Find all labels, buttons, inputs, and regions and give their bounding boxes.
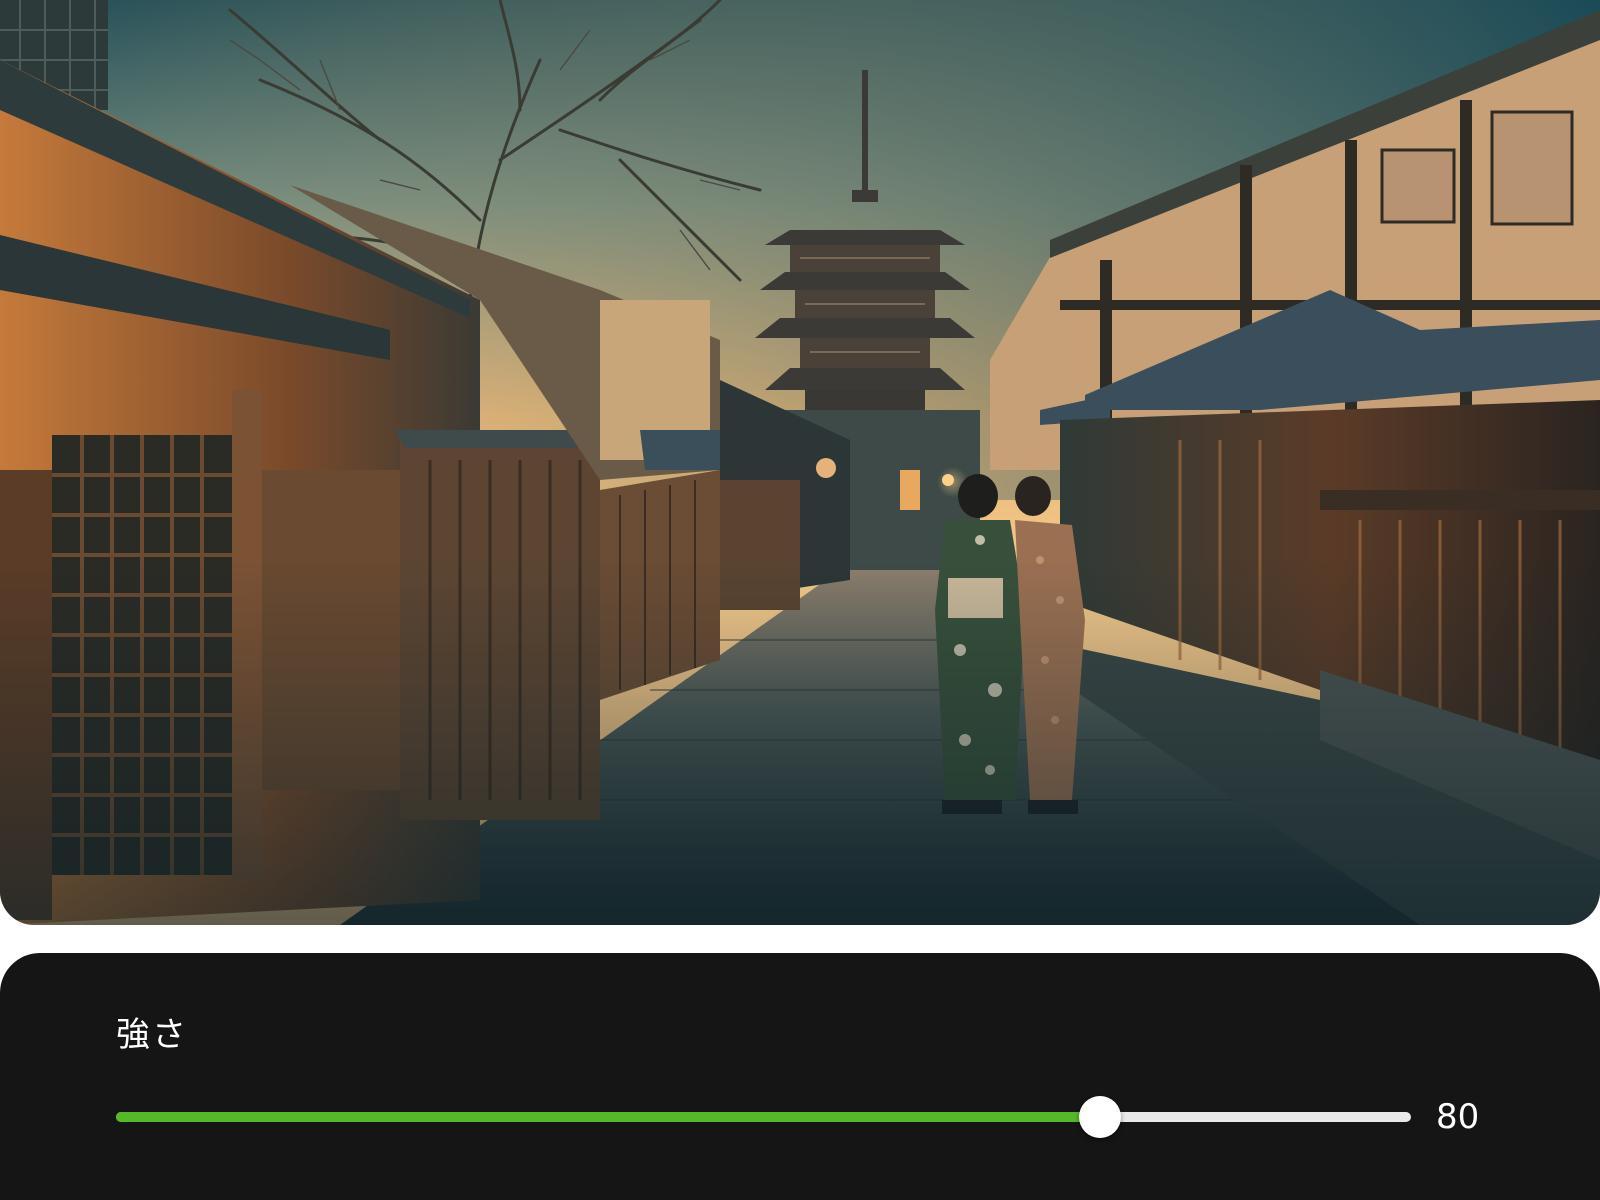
photo-kyoto-street-icon bbox=[0, 0, 1600, 925]
adjustment-panel bbox=[0, 953, 1600, 1200]
strength-label: 強さ bbox=[116, 1015, 188, 1055]
slider-track[interactable] bbox=[116, 1112, 1411, 1122]
slider-thumb[interactable] bbox=[1079, 1096, 1122, 1138]
strength-slider[interactable] bbox=[116, 1096, 1411, 1138]
strength-value: 80 bbox=[1436, 1097, 1480, 1137]
slider-fill bbox=[116, 1112, 1101, 1122]
photo-preview bbox=[0, 0, 1600, 925]
